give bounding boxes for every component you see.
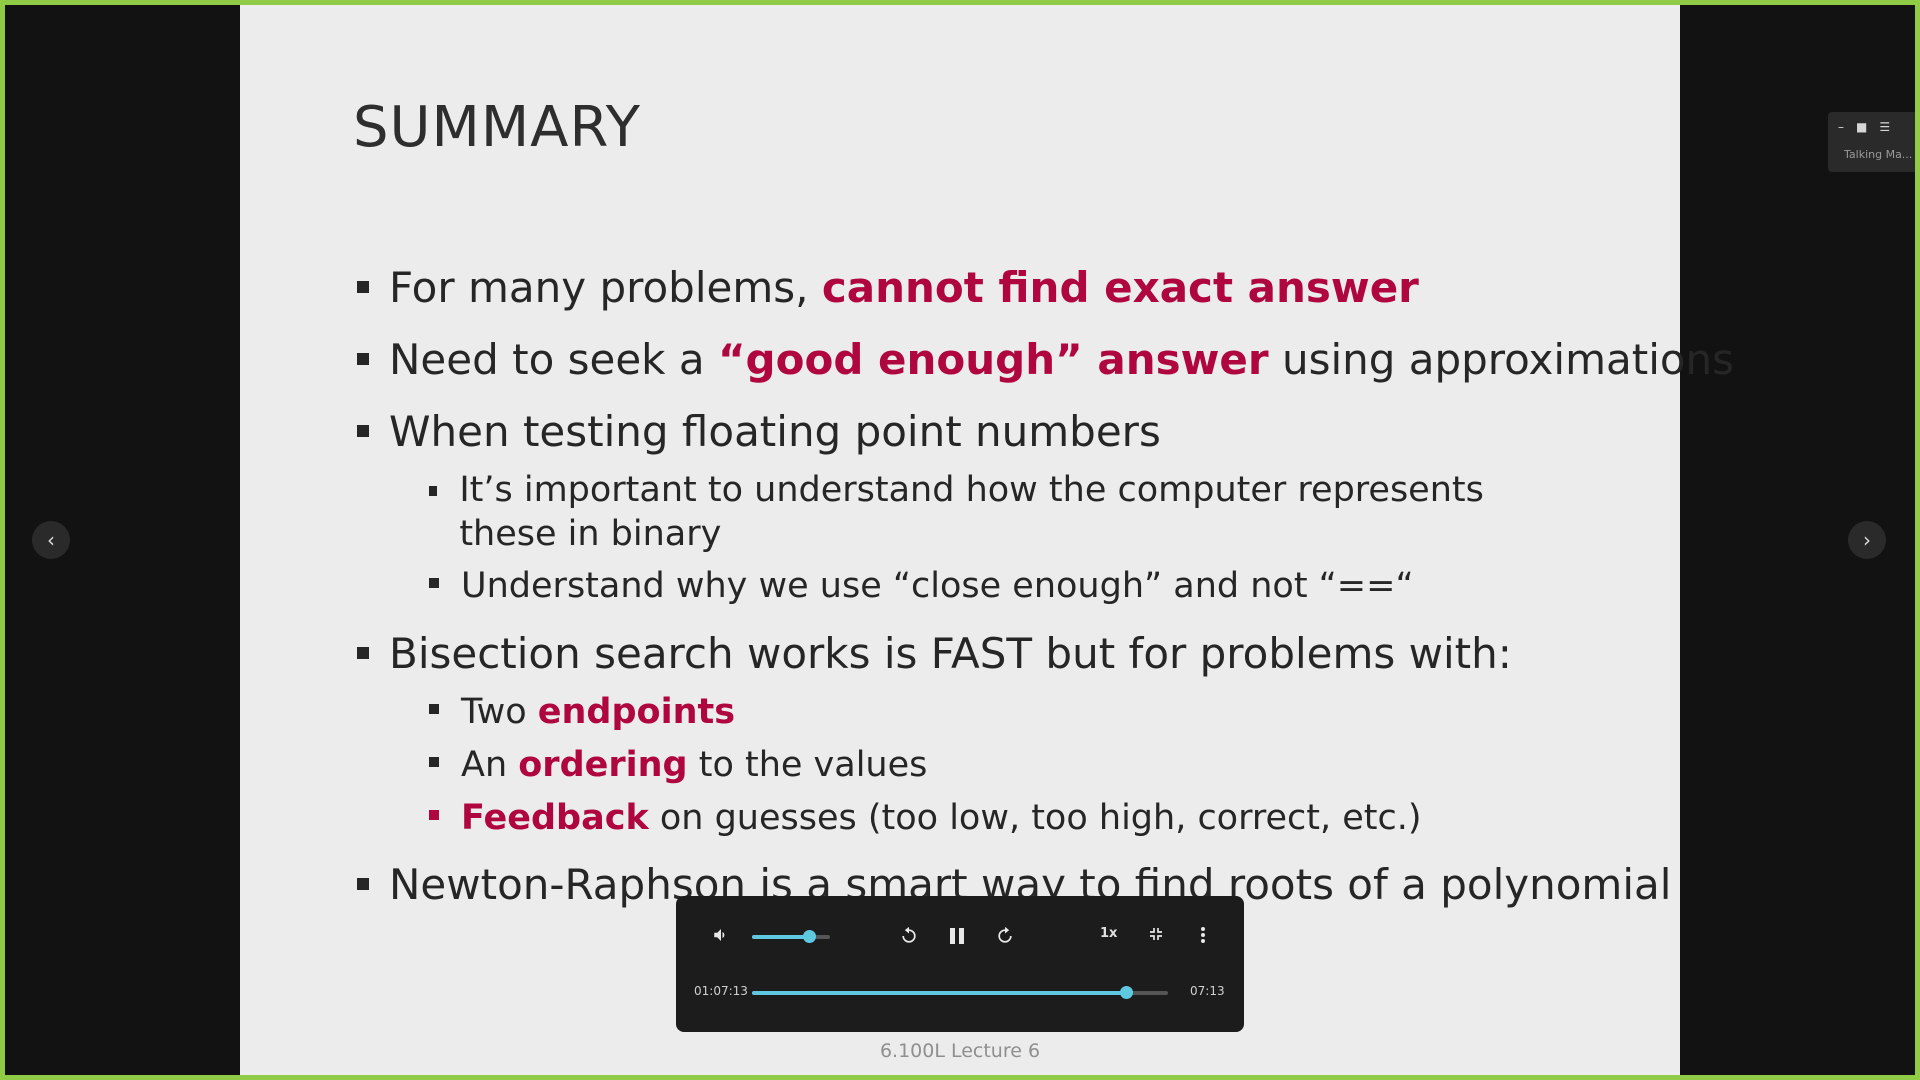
bullet-square-icon	[357, 646, 369, 659]
sub-bullet-3-2: Understand why we use “close enough” and…	[429, 564, 1414, 608]
bullet-square-icon	[357, 877, 369, 890]
sub-bullet-3-1: It’s important to understand how the com…	[429, 468, 1539, 556]
current-time: 01:07:13	[694, 984, 748, 998]
participant-video-widget[interactable]: – ■ ☰ Talking Ma...	[1828, 112, 1920, 172]
bullet-square-icon	[357, 352, 369, 365]
bullet-square-icon	[429, 486, 438, 496]
chevron-left-icon: ‹	[47, 528, 55, 552]
widget-controls: – ■ ☰	[1838, 120, 1890, 134]
volume-icon[interactable]	[710, 926, 732, 949]
bullet-4: Bisection search works is FAST but for p…	[357, 629, 1512, 679]
bullet-square-icon	[429, 810, 439, 820]
widget-label: Talking Ma...	[1844, 148, 1913, 161]
bullet-square-icon	[357, 424, 369, 437]
sub-bullet-4-3: Feedback on guesses (too low, too high, …	[429, 796, 1422, 840]
slide-title: SUMMARY	[353, 95, 642, 160]
more-vertical-icon[interactable]	[1192, 926, 1214, 949]
seek-handle[interactable]	[1120, 986, 1134, 999]
chevron-right-icon: ›	[1863, 528, 1871, 552]
bullet-1: For many problems, cannot find exact ans…	[357, 263, 1419, 313]
pause-icon[interactable]	[946, 926, 968, 951]
bullet-square-icon	[429, 704, 439, 714]
video-player-controls: 1x 01:07:13 07:13	[676, 896, 1244, 1032]
bullet-square-icon	[429, 578, 439, 588]
bullet-square-icon	[429, 757, 439, 767]
seek-bar-fill	[752, 991, 1127, 995]
highlight-text: cannot find exact answer	[821, 263, 1419, 312]
playback-speed-button[interactable]: 1x	[1100, 926, 1117, 941]
video-icon[interactable]: ■	[1856, 120, 1867, 134]
duration-time: 07:13	[1190, 984, 1225, 998]
bullet-3: When testing floating point numbers	[357, 407, 1161, 457]
sub-bullet-4-2: An ordering to the values	[429, 743, 927, 787]
next-slide-button[interactable]: ›	[1848, 521, 1886, 559]
volume-handle[interactable]	[802, 930, 816, 943]
rewind-10-icon[interactable]	[898, 926, 920, 951]
sub-bullet-4-1: Two endpoints	[429, 690, 735, 734]
highlight-text: “good enough” answer	[717, 335, 1269, 384]
highlight-text: Feedback	[461, 798, 649, 838]
bullet-square-icon	[357, 280, 369, 293]
volume-fill	[752, 935, 809, 939]
seek-bar[interactable]	[752, 986, 1168, 999]
list-icon[interactable]: ☰	[1879, 120, 1890, 134]
minimize-icon[interactable]: –	[1838, 120, 1844, 134]
forward-10-icon[interactable]	[994, 926, 1016, 951]
exit-fullscreen-icon[interactable]	[1145, 926, 1167, 947]
volume-slider[interactable]	[752, 930, 830, 943]
highlight-text: endpoints	[537, 692, 736, 732]
bullet-2: Need to seek a “good enough” answer usin…	[357, 335, 1734, 385]
previous-slide-button[interactable]: ‹	[32, 521, 70, 559]
highlight-text: ordering	[518, 745, 688, 785]
slide-footer: 6.100L Lecture 6	[879, 1040, 1041, 1062]
